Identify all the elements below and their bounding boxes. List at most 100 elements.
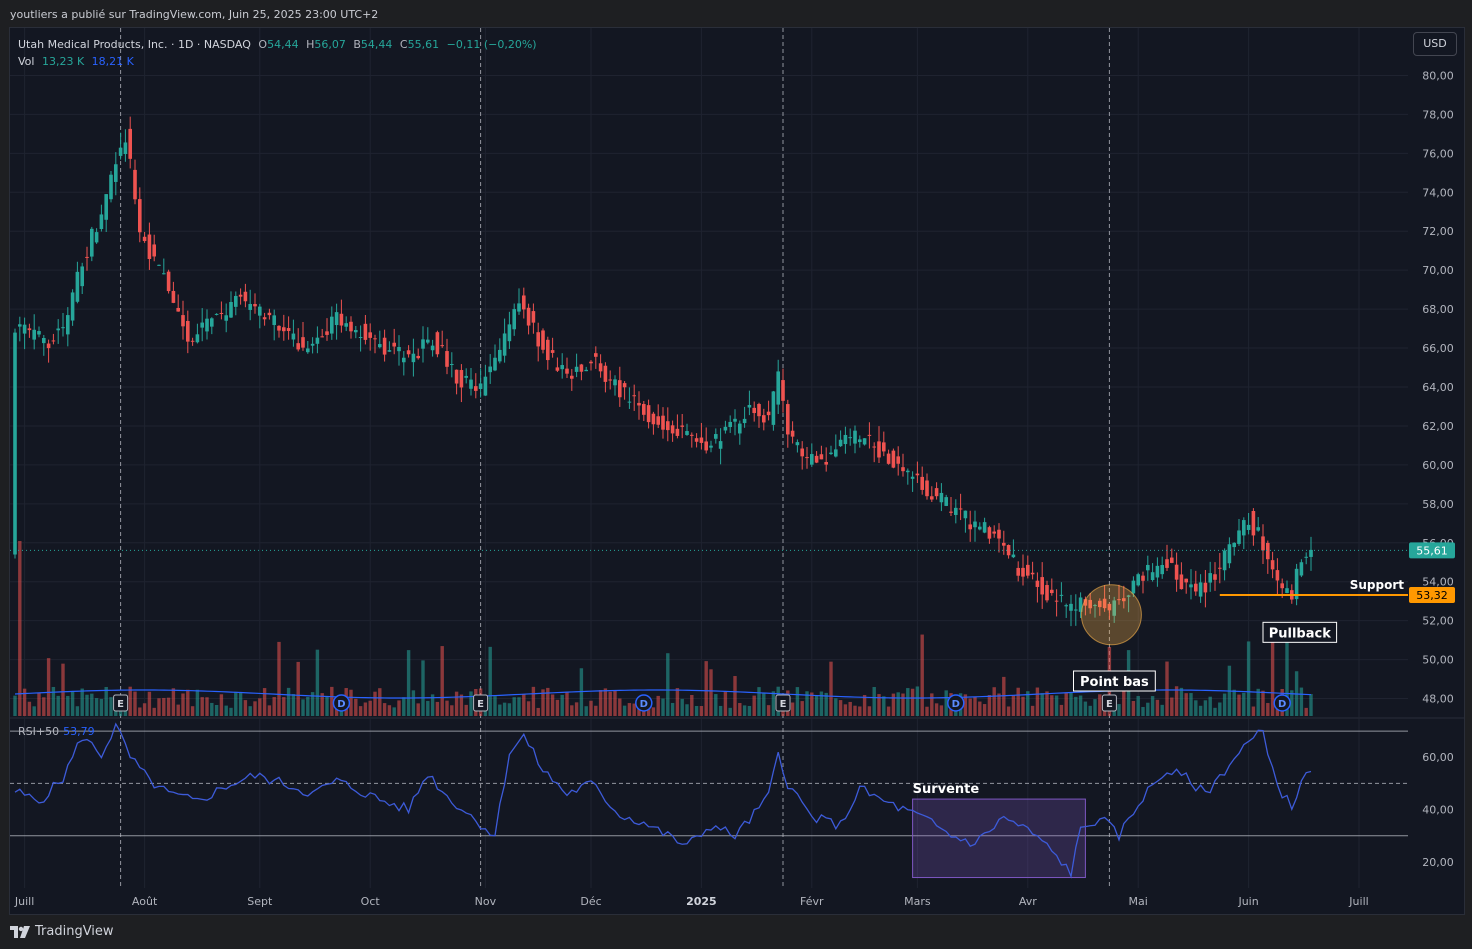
volume-bar <box>51 686 56 716</box>
volume-bar <box>27 701 32 716</box>
candle-body <box>704 441 708 451</box>
volume-bar <box>358 706 363 716</box>
volume-bar <box>445 700 449 716</box>
volume-bar <box>733 676 737 716</box>
volume-bar <box>18 541 22 716</box>
legend-symbol[interactable]: Utah Medical Products, Inc. · 1D · NASDA… <box>18 38 251 51</box>
publisher-line: youtliers a publié sur TradingView.com, … <box>10 8 379 21</box>
volume-bar <box>536 707 540 716</box>
candle-body <box>90 228 94 257</box>
candle-body <box>877 441 881 458</box>
candle-body <box>963 510 968 519</box>
volume-bar <box>694 705 699 716</box>
candle-body <box>872 446 876 448</box>
candle-body <box>349 321 353 332</box>
candle-body <box>387 350 392 352</box>
volume-bar <box>526 701 531 716</box>
candle-body <box>272 315 276 326</box>
volume-bar <box>810 692 814 716</box>
candle-body <box>344 323 348 327</box>
time-tick-label: Avr <box>1019 895 1037 908</box>
volume-bar <box>603 688 608 716</box>
rsi-value: 53,79 <box>63 725 95 738</box>
volume-bar <box>728 707 732 716</box>
volume-bar <box>1203 700 1208 716</box>
volume-bar <box>190 706 195 716</box>
volume-bar <box>205 697 209 716</box>
volume-bar <box>1016 687 1020 716</box>
candle-body <box>574 366 579 372</box>
candle-body <box>195 334 200 343</box>
legend-open-label: O <box>258 38 268 51</box>
candle-body <box>526 307 531 326</box>
chart-canvas[interactable]: 48,0050,0052,0054,0056,0058,0060,0062,00… <box>10 28 1464 914</box>
volume-bar <box>1122 690 1126 716</box>
volume-bar <box>757 687 761 716</box>
candle-body <box>1179 574 1184 590</box>
time-tick-label: Juill <box>1348 895 1368 908</box>
volume-bar <box>752 695 756 716</box>
candle-body <box>723 426 728 431</box>
volume-bar <box>915 686 920 716</box>
volume-bar <box>315 649 320 716</box>
rsi-tick-label: 60,00 <box>1422 751 1454 764</box>
price-tick-label: 78,00 <box>1422 108 1454 121</box>
volume-bar <box>243 700 248 716</box>
volume-bar <box>814 695 819 716</box>
volume-bar <box>1256 688 1260 716</box>
time-tick-label: Nov <box>475 895 497 908</box>
candle-body <box>1045 585 1049 601</box>
candle-body <box>675 428 680 436</box>
candle-body <box>18 324 22 327</box>
footer-brand[interactable]: TradingView <box>10 924 114 939</box>
candle-body <box>800 448 804 457</box>
candle-body <box>1006 545 1011 556</box>
candle-body <box>694 438 699 442</box>
volume-bar <box>1237 694 1241 716</box>
volume-bar <box>910 688 915 716</box>
candle-body <box>666 421 670 431</box>
volume-bar <box>613 690 617 716</box>
candle-body <box>762 415 766 423</box>
candle-body <box>224 315 228 321</box>
volume-bar <box>421 660 425 716</box>
candle-body <box>27 328 32 331</box>
currency-button[interactable]: USD <box>1413 32 1457 56</box>
candle-body <box>205 318 209 332</box>
candle-body <box>1035 580 1040 587</box>
candle-body <box>210 318 214 327</box>
candle-body <box>166 271 171 292</box>
candle-body <box>646 405 651 423</box>
candle-body <box>22 324 27 334</box>
volume-bar <box>392 707 396 716</box>
volume-bar <box>469 691 473 716</box>
volume-bar <box>997 693 1001 716</box>
volume-bar <box>598 690 603 716</box>
volume-bar <box>306 696 310 716</box>
candle-body <box>546 339 550 361</box>
volume-bar <box>387 705 392 716</box>
volume-bar <box>834 698 838 716</box>
candle-body <box>944 497 948 506</box>
volume-bar <box>195 689 200 716</box>
candle-body <box>440 345 444 347</box>
legend-vol-label[interactable]: Vol <box>18 55 34 68</box>
candle-body <box>368 332 372 338</box>
candle-body <box>862 438 867 445</box>
time-tick-label: Juin <box>1237 895 1258 908</box>
volume-bar <box>152 707 156 716</box>
candle-body <box>790 430 795 437</box>
candle-body <box>454 369 459 384</box>
candle-body <box>1069 603 1073 611</box>
candle-body <box>1002 542 1006 546</box>
footer-brand-label: TradingView <box>35 924 114 939</box>
candle-body <box>656 416 660 425</box>
volume-bar <box>1184 693 1188 716</box>
legend-close: 55,61 <box>407 38 440 51</box>
volume-bar <box>858 706 862 716</box>
rsi-label[interactable]: RSI+50 <box>18 725 59 738</box>
candle-body <box>517 303 521 312</box>
chart-area[interactable]: 48,0050,0052,0054,0056,0058,0060,0062,00… <box>9 27 1465 915</box>
volume-bar <box>675 688 680 716</box>
volume-bar <box>742 705 747 716</box>
